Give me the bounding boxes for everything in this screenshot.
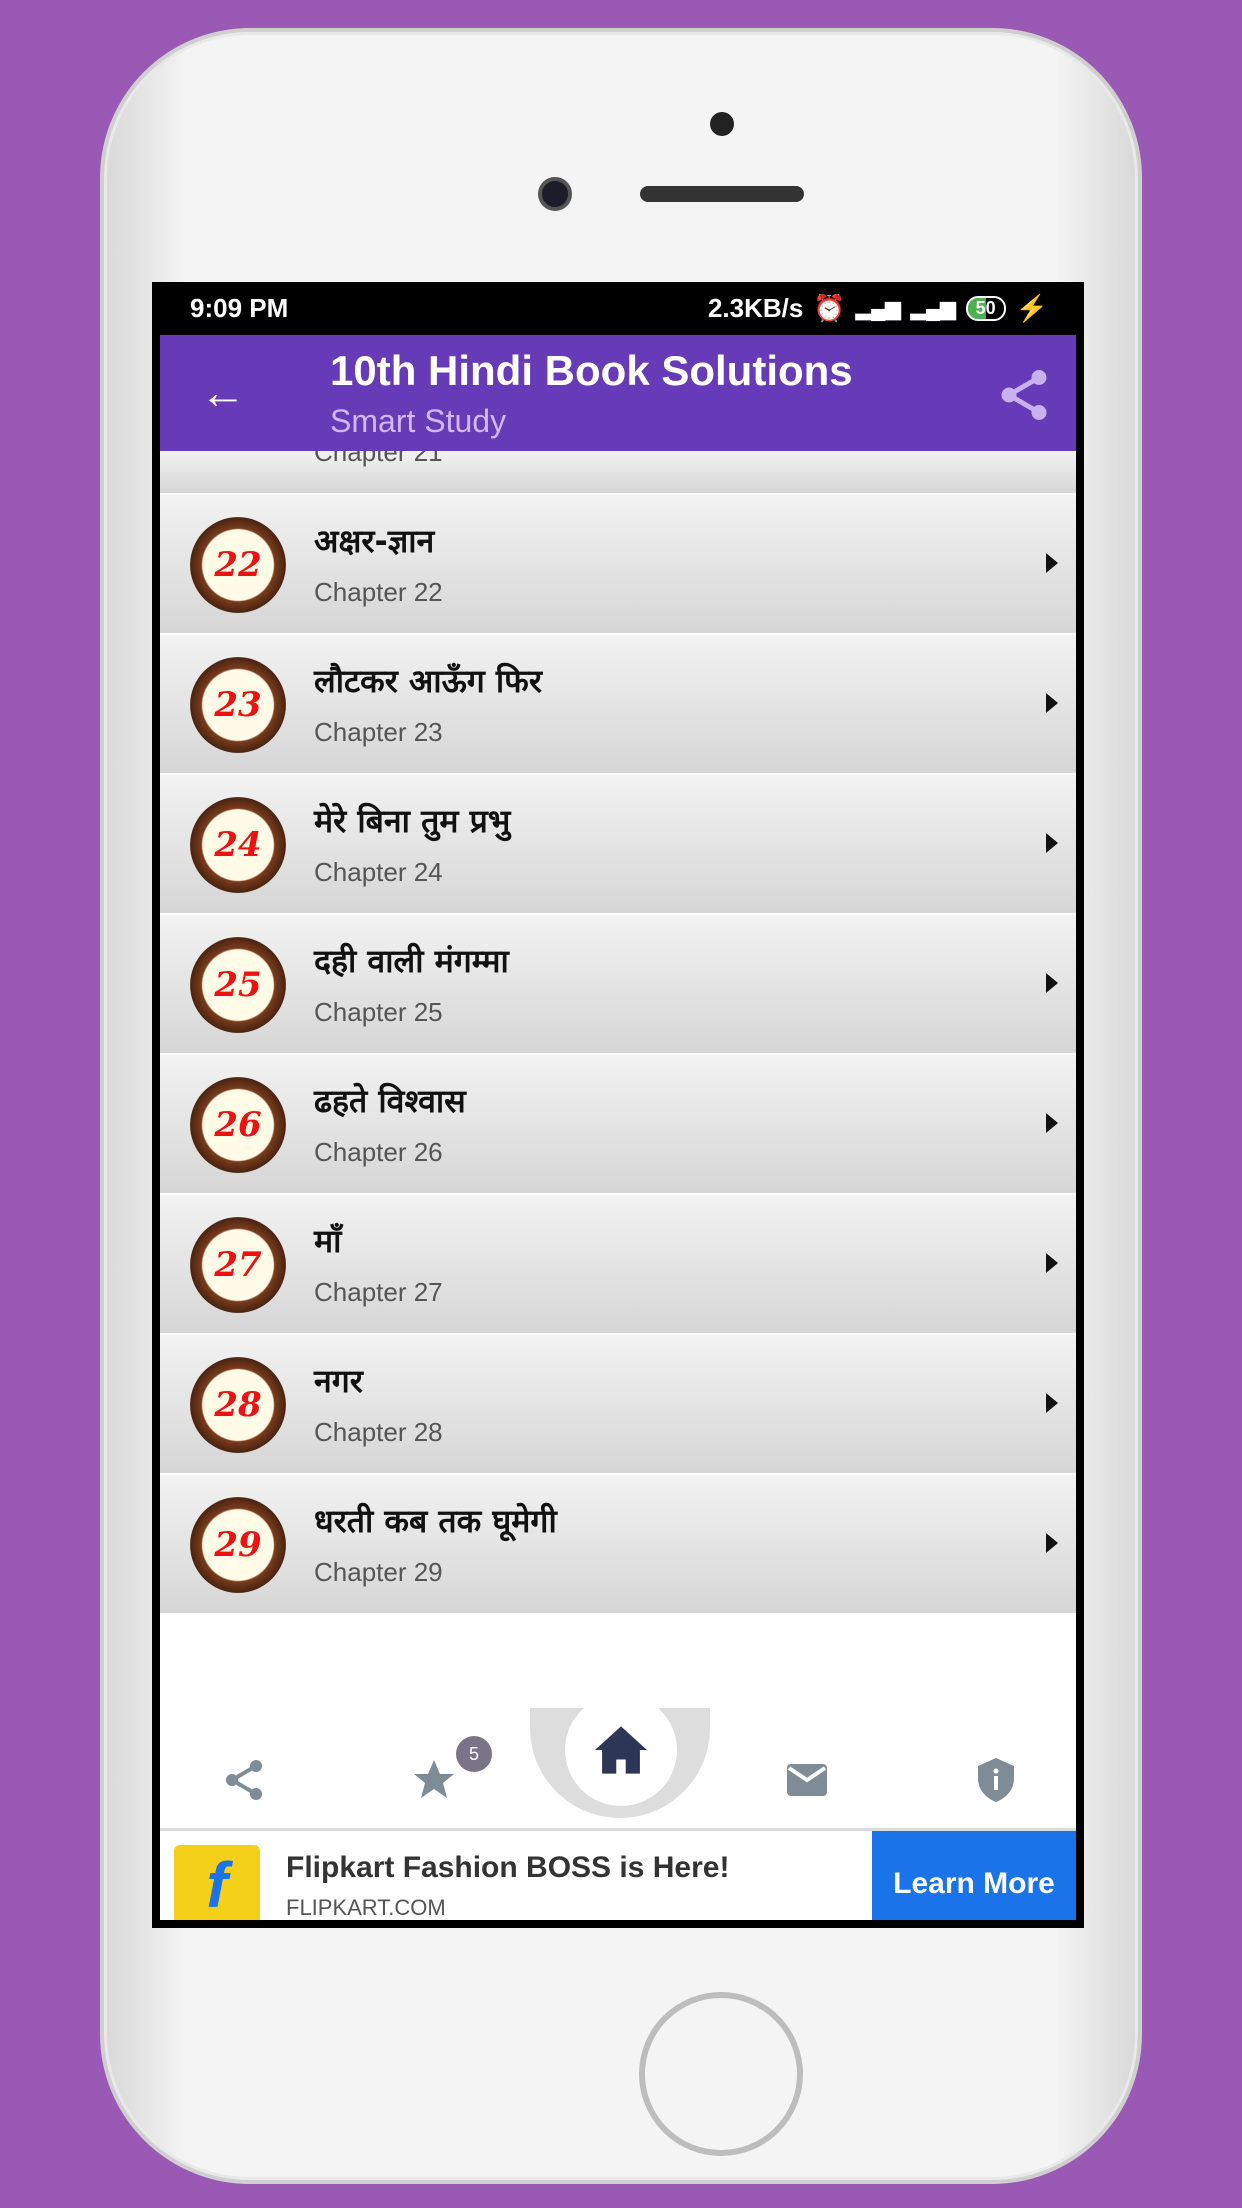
signal-icon: ▂▄▆ — [855, 298, 901, 320]
arrow-right-icon — [1046, 1253, 1058, 1273]
list-item[interactable]: 27 माँ Chapter 27 — [160, 1195, 1076, 1335]
chapter-label: Chapter 26 — [314, 1137, 443, 1167]
arrow-right-icon — [1046, 553, 1058, 573]
charging-icon: ⚡ — [1015, 293, 1048, 323]
page-subtitle: Smart Study — [330, 403, 507, 439]
ad-banner[interactable]: f Flipkart Fashion BOSS is Here! FLIPKAR… — [160, 1831, 1076, 1920]
chapter-label: Chapter 22 — [314, 577, 443, 607]
list-item-partial[interactable]: Chapter 21 — [160, 451, 1076, 495]
chapter-number-badge: 26 — [190, 1077, 286, 1173]
chapter-label: Chapter 27 — [314, 1277, 443, 1307]
chapter-label: Chapter 23 — [314, 717, 443, 747]
list-item[interactable]: 28 नगर Chapter 28 — [160, 1335, 1076, 1475]
chapter-number-badge: 29 — [190, 1497, 286, 1593]
chapter-number-badge: 22 — [190, 517, 286, 613]
chapter-label: Chapter 24 — [314, 857, 443, 887]
share-nav-icon[interactable] — [220, 1756, 268, 1804]
arrow-right-icon — [1046, 1113, 1058, 1133]
chapter-title: अक्षर-ज्ञान — [314, 522, 435, 560]
list-item[interactable]: 29 धरती कब तक घूमेगी Chapter 29 — [160, 1475, 1076, 1615]
chapter-number-badge: 25 — [190, 937, 286, 1033]
chapter-title: नगर — [314, 1362, 363, 1400]
hardware-home-button[interactable] — [639, 1992, 803, 2156]
screen: 9:09 PM 2.3KB/s ⏰ ▂▄▆ ▂▄▆ 50 ⚡ ← 10th Hi… — [152, 282, 1084, 1928]
home-icon — [595, 1726, 647, 1774]
arrow-right-icon — [1046, 973, 1058, 993]
network-speed: 2.3KB/s — [707, 293, 804, 323]
chapter-number-badge: 24 — [190, 797, 286, 893]
ad-title[interactable]: Flipkart Fashion BOSS is Here! — [286, 1851, 729, 1885]
status-time: 9:09 PM — [190, 293, 289, 323]
signal-icon-2: ▂▄▆ — [910, 298, 956, 320]
chapter-title: मेरे बिना तुम प्रभु — [314, 802, 511, 840]
page-title: 10th Hindi Book Solutions — [330, 347, 853, 394]
arrow-right-icon — [1046, 833, 1058, 853]
chapter-number-badge: 28 — [190, 1357, 286, 1453]
chapter-title: लौटकर आऊँग फिर — [314, 662, 542, 700]
chapter-title: धरती कब तक घूमेगी — [314, 1502, 557, 1540]
chapter-number-badge: 27 — [190, 1217, 286, 1313]
list-item[interactable]: 25 दही वाली मंगम्मा Chapter 25 — [160, 915, 1076, 1055]
chapter-label: Chapter 21 — [314, 451, 443, 467]
chapter-title: माँ — [314, 1222, 342, 1260]
learn-more-button[interactable]: Learn More — [872, 1831, 1076, 1920]
chapter-label: Chapter 28 — [314, 1417, 443, 1447]
chapter-title: दही वाली मंगम्मा — [314, 942, 509, 980]
list-item[interactable]: 22 अक्षर-ज्ञान Chapter 22 — [160, 495, 1076, 635]
list-item[interactable]: 26 ढहते विश्वास Chapter 26 — [160, 1055, 1076, 1195]
list-item[interactable]: 24 मेरे बिना तुम प्रभु Chapter 24 — [160, 775, 1076, 915]
chapter-label: Chapter 25 — [314, 997, 443, 1027]
info-shield-icon[interactable] — [972, 1756, 1020, 1804]
status-bar: 9:09 PM 2.3KB/s ⏰ ▂▄▆ ▂▄▆ 50 ⚡ — [160, 282, 1076, 335]
mail-icon[interactable] — [782, 1756, 832, 1804]
bottom-navigation: 5 — [160, 1694, 1076, 1831]
front-camera — [538, 177, 572, 211]
chapter-label: Chapter 29 — [314, 1557, 443, 1587]
share-icon[interactable] — [994, 365, 1054, 425]
arrow-right-icon — [1046, 693, 1058, 713]
arrow-right-icon — [1046, 1533, 1058, 1553]
battery-icon: 50 — [965, 296, 1006, 321]
alarm-icon: ⏰ — [813, 293, 846, 323]
star-icon[interactable] — [410, 1756, 458, 1804]
chapter-number-badge: 23 — [190, 657, 286, 753]
favorites-count-badge: 5 — [456, 1736, 492, 1772]
sensor — [710, 112, 734, 136]
chapter-title: ढहते विश्वास — [314, 1082, 466, 1120]
back-arrow-icon[interactable]: ← — [200, 365, 246, 419]
app-toolbar: ← 10th Hindi Book Solutions Smart Study — [160, 335, 1076, 451]
ad-domain: FLIPKART.COM — [286, 1895, 446, 1920]
list-item[interactable]: 23 लौटकर आऊँग फिर Chapter 23 — [160, 635, 1076, 775]
home-button[interactable] — [565, 1694, 677, 1806]
flipkart-logo: f — [174, 1845, 260, 1920]
arrow-right-icon — [1046, 1393, 1058, 1413]
chapter-list[interactable]: Chapter 21 22 अक्षर-ज्ञान Chapter 22 23 … — [160, 451, 1076, 1897]
earpiece-speaker — [640, 186, 804, 202]
